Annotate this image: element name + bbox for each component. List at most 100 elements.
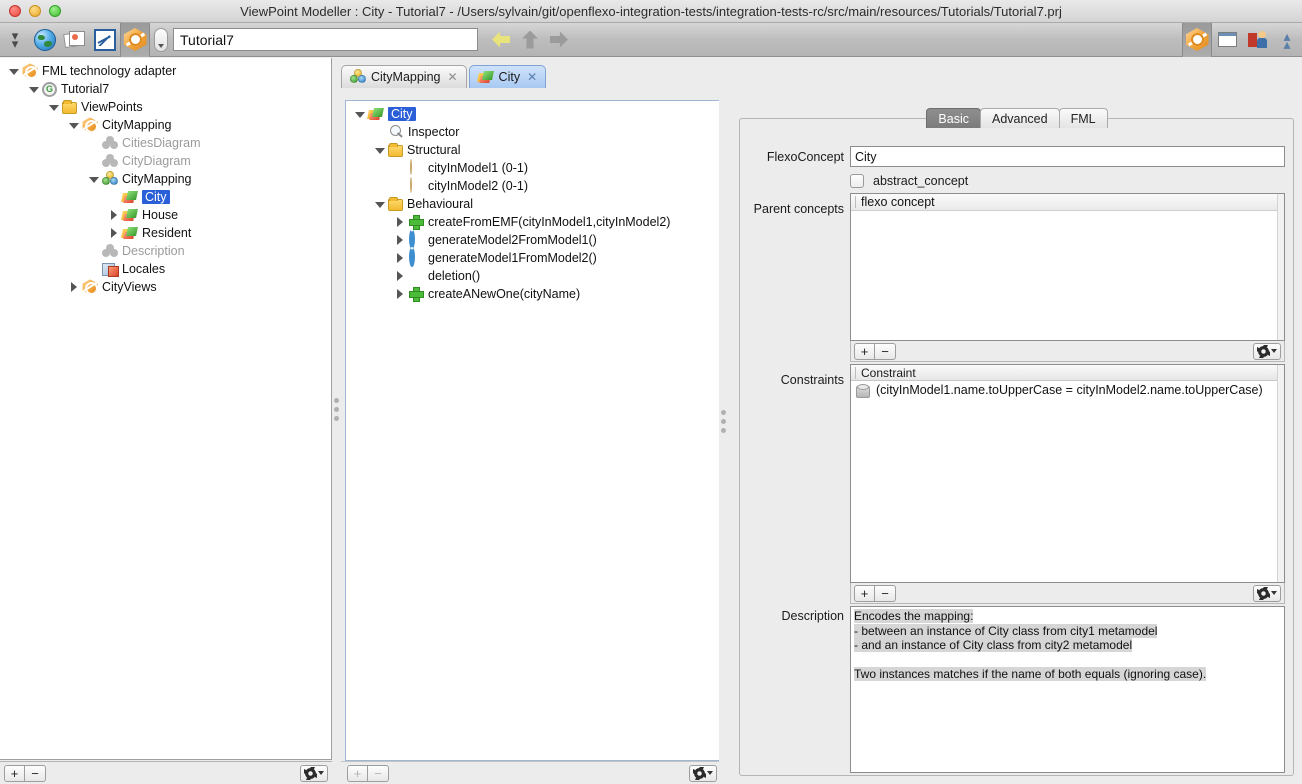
editor-add-button[interactable]: +	[347, 764, 368, 782]
photos-icon[interactable]	[60, 25, 90, 55]
gray-cluster-icon	[102, 153, 118, 169]
globe-icon[interactable]	[30, 25, 60, 55]
description-textarea[interactable]: Encodes the mapping: - between an instanc…	[850, 606, 1285, 773]
resource-path-input[interactable]: Tutorial7	[173, 28, 478, 51]
chevron-right-icon[interactable]	[394, 288, 406, 300]
sidebar-remove-button[interactable]: −	[25, 764, 46, 782]
tree-row[interactable]: CityDiagram	[0, 152, 331, 170]
chevron-right-icon[interactable]	[394, 216, 406, 228]
parent-concepts-scrollbar[interactable]	[1277, 194, 1284, 340]
constraint-item[interactable]: (cityInModel1.name.toUpperCase = cityInM…	[851, 381, 1284, 398]
chevron-down-icon[interactable]	[28, 83, 40, 95]
parent-concept-item[interactable]: flexo concept	[851, 194, 1284, 211]
constraints-add-button[interactable]: +	[854, 584, 875, 602]
splitter-right[interactable]	[719, 58, 728, 784]
concept-icon	[121, 207, 138, 223]
maximize-window-button[interactable]	[49, 5, 61, 17]
minimize-window-button[interactable]	[29, 5, 41, 17]
constraints-header: Constraint	[851, 365, 1284, 381]
inspector-tab[interactable]: Advanced	[979, 108, 1060, 128]
abstract-concept-checkbox[interactable]	[850, 174, 864, 188]
tree-row[interactable]: cityInModel1 (0-1)	[346, 159, 721, 177]
tree-row[interactable]: G Tutorial7	[0, 80, 331, 98]
tree-row[interactable]: CitiesDiagram	[0, 134, 331, 152]
tree-row[interactable]: createFromEMF(cityInModel1,cityInModel2)	[346, 213, 721, 231]
tree-row[interactable]: cityInModel2 (0-1)	[346, 177, 721, 195]
splitter-left[interactable]	[332, 58, 341, 760]
tree-row[interactable]: House	[0, 206, 331, 224]
tree-row[interactable]: City	[0, 188, 331, 206]
close-icon[interactable]: ✕	[527, 70, 537, 84]
chevrons-down-icon[interactable]: ▾ ▾	[0, 25, 30, 55]
chevron-down-icon[interactable]	[8, 65, 20, 77]
parent-concepts-remove-button[interactable]: −	[875, 342, 896, 360]
parent-concepts-settings-button[interactable]	[1253, 342, 1281, 360]
chevron-down-icon[interactable]	[68, 119, 80, 131]
chevron-down-icon[interactable]	[374, 198, 386, 210]
forward-arrow-icon[interactable]	[550, 31, 568, 48]
chevron-right-icon[interactable]	[68, 281, 80, 293]
tree-row[interactable]: Behavioural	[346, 195, 721, 213]
chevrons-up-icon[interactable]: ▴ ▴	[1272, 25, 1302, 55]
chevron-down-icon[interactable]	[374, 144, 386, 156]
chevron-right-icon[interactable]	[394, 252, 406, 264]
constraints-table[interactable]: Constraint (cityInModel1.name.toUpperCas…	[850, 364, 1285, 583]
tree-row[interactable]: CityViews	[0, 278, 331, 296]
editor-remove-button[interactable]: −	[368, 764, 389, 782]
tree-row[interactable]: City	[346, 105, 721, 123]
description-line: Encodes the mapping:	[854, 609, 974, 623]
chevron-right-icon[interactable]	[108, 227, 120, 239]
editor-tab[interactable]: City ✕	[468, 65, 547, 88]
fml-perspective-icon[interactable]	[1182, 22, 1212, 57]
tree-row-label: generateModel2FromModel1()	[428, 233, 597, 247]
editor-settings-button[interactable]	[689, 764, 717, 782]
gear-icon	[1258, 588, 1269, 599]
chevron-down-icon[interactable]	[48, 101, 60, 113]
tree-row[interactable]: Locales	[0, 260, 331, 278]
pen-icon[interactable]	[90, 25, 120, 55]
chevron-down-icon[interactable]	[88, 173, 100, 185]
chevron-right-icon[interactable]	[394, 270, 406, 282]
flexo-concept-input[interactable]: City	[850, 146, 1285, 167]
tree-row-label: createANewOne(cityName)	[428, 287, 581, 301]
tree-row[interactable]: FML technology adapter	[0, 62, 331, 80]
tree-row[interactable]: createANewOne(cityName)	[346, 285, 721, 303]
parent-concepts-add-button[interactable]: +	[854, 342, 875, 360]
user-icon[interactable]	[1242, 25, 1272, 55]
inspector-tab[interactable]: FML	[1058, 108, 1108, 128]
fml-icon[interactable]	[120, 22, 150, 57]
tree-row[interactable]: Description	[0, 242, 331, 260]
close-icon[interactable]: ✕	[447, 70, 457, 84]
constraints-settings-button[interactable]	[1253, 584, 1281, 602]
sidebar-settings-button[interactable]	[300, 764, 328, 782]
window-icon[interactable]	[1212, 25, 1242, 55]
tree-row[interactable]: Inspector	[346, 123, 721, 141]
chevron-down-icon[interactable]	[354, 108, 366, 120]
editor-tab[interactable]: CityMapping ✕	[341, 65, 467, 88]
tree-row[interactable]: generateModel2FromModel1()	[346, 229, 721, 249]
tree-row[interactable]: Resident	[0, 224, 331, 242]
main-toolbar: ▾ ▾ Tutorial7 ▴ ▴	[0, 22, 1302, 57]
tree-row[interactable]: generateModel1FromModel2()	[346, 247, 721, 267]
tree-row-label: CityMapping	[122, 172, 192, 186]
parent-concepts-list[interactable]: flexo concept	[850, 193, 1285, 341]
magnifier-icon	[388, 124, 404, 140]
chevron-right-icon[interactable]	[108, 209, 120, 221]
tree-row[interactable]: CityMapping	[0, 116, 331, 134]
close-window-button[interactable]	[9, 5, 21, 17]
constraints-scrollbar[interactable]	[1277, 365, 1284, 582]
tree-row[interactable]: Structural	[346, 141, 721, 159]
constraints-remove-button[interactable]: −	[875, 584, 896, 602]
up-arrow-icon[interactable]	[522, 30, 538, 49]
tree-row[interactable]: CityMapping	[0, 170, 331, 188]
tree-row[interactable]: deletion()	[346, 267, 721, 285]
chevron-down-icon[interactable]	[154, 27, 168, 52]
back-arrow-icon[interactable]	[492, 31, 510, 48]
window-controls	[9, 5, 61, 17]
constraints-label: Constraints	[780, 373, 844, 387]
sidebar-add-button[interactable]: +	[4, 764, 25, 782]
inspector-tab[interactable]: Basic	[926, 108, 981, 128]
concept-icon	[121, 225, 138, 241]
chevron-right-icon[interactable]	[394, 234, 406, 246]
tree-row[interactable]: ViewPoints	[0, 98, 331, 116]
